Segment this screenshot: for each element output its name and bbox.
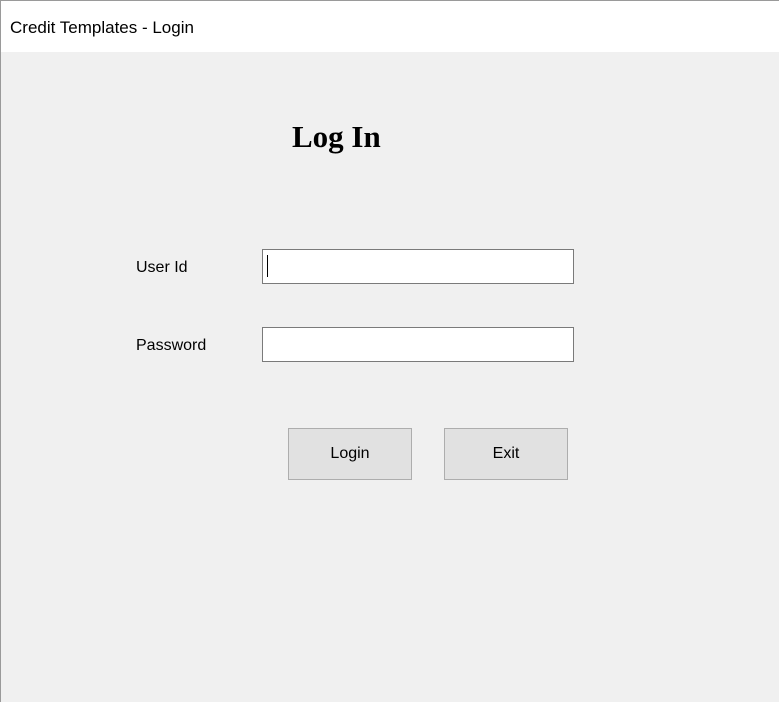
user-id-label: User Id bbox=[136, 259, 188, 276]
text-caret bbox=[267, 255, 268, 277]
password-label: Password bbox=[136, 337, 207, 354]
page-title: Log In bbox=[292, 119, 381, 154]
login-window: Credit Templates - Login Log In User Id … bbox=[0, 0, 779, 702]
window-title: Credit Templates - Login bbox=[10, 18, 194, 37]
title-bar[interactable]: Credit Templates - Login bbox=[1, 1, 779, 52]
exit-button[interactable]: Exit bbox=[444, 428, 568, 480]
login-button[interactable]: Login bbox=[288, 428, 412, 480]
user-id-input[interactable] bbox=[262, 249, 574, 284]
password-input[interactable] bbox=[262, 327, 574, 362]
